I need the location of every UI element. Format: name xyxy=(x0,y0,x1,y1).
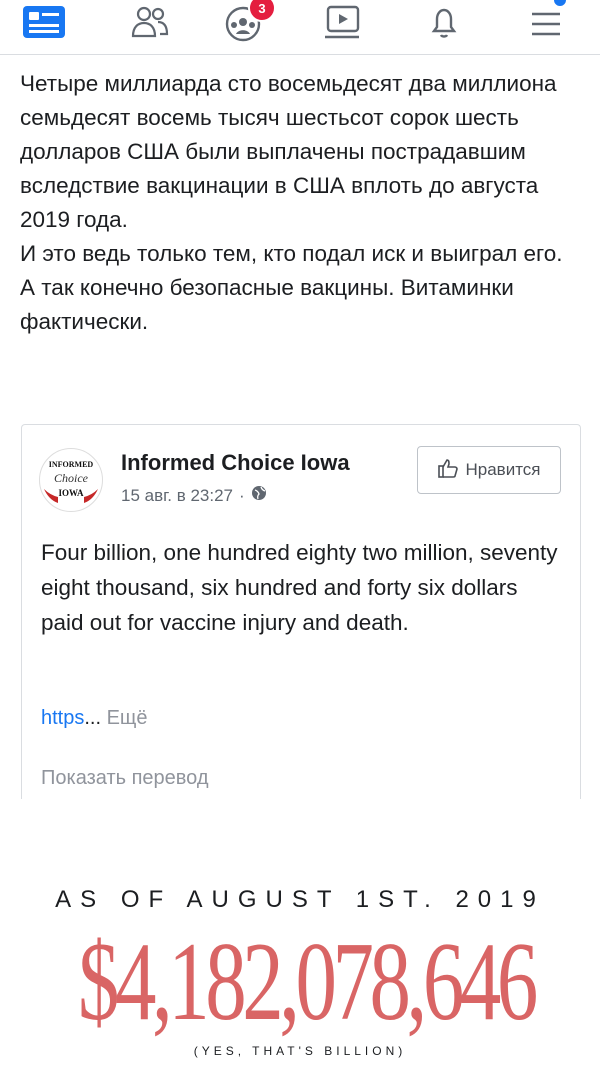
globe-icon xyxy=(251,485,267,506)
shared-post-card[interactable]: INFORMED Choice IOWA Informed Choice Iow… xyxy=(21,424,581,799)
shared-post-text: Four billion, one hundred eighty two mil… xyxy=(41,540,558,635)
like-label: Нравится xyxy=(465,460,541,479)
post-meta: 15 авг. в 23:27 · xyxy=(121,485,267,506)
see-more-link[interactable]: Ещё xyxy=(107,707,148,729)
groups-icon[interactable]: 3 xyxy=(214,0,276,46)
post-date[interactable]: 15 авг. в 23:27 xyxy=(121,486,233,506)
post-link[interactable]: https xyxy=(41,707,84,729)
avatar-text-iowa: IOWA xyxy=(58,488,84,498)
post-paragraph: Четыре миллиарда сто восемьдесят два мил… xyxy=(20,71,557,232)
like-page-button[interactable]: Нравится xyxy=(417,446,561,494)
friend-requests-icon[interactable] xyxy=(120,0,180,46)
notifications-bell-icon[interactable] xyxy=(414,0,474,46)
top-nav-bar: 3 xyxy=(0,0,600,55)
meta-separator: · xyxy=(239,485,245,505)
page-name[interactable]: Informed Choice Iowa xyxy=(121,450,350,476)
as-of-date-heading: AS OF AUGUST 1ST. 2019 xyxy=(55,886,545,913)
payout-amount: $4,182,078,646 xyxy=(78,920,538,1044)
menu-icon[interactable] xyxy=(516,0,576,46)
watch-video-icon[interactable] xyxy=(312,0,372,46)
page-avatar[interactable]: INFORMED Choice IOWA xyxy=(39,448,103,512)
link-ellipsis: ... xyxy=(84,707,102,729)
news-feed-icon[interactable] xyxy=(14,0,74,46)
avatar-text-informed: INFORMED xyxy=(49,460,94,469)
thumbs-up-icon xyxy=(437,457,459,484)
post-paragraph: И это ведь только тем, кто подал иск и в… xyxy=(20,241,563,266)
notification-badge: 3 xyxy=(248,0,276,22)
post-text: Четыре миллиарда сто восемьдесят два мил… xyxy=(20,67,580,339)
billion-note: (YES, THAT'S BILLION) xyxy=(193,1044,407,1058)
avatar-text-choice: Choice xyxy=(54,471,89,485)
shared-image[interactable]: AS OF AUGUST 1ST. 2019 $4,182,078,646 (Y… xyxy=(0,800,600,1066)
post-paragraph: А так конечно безопасные вакцины. Витами… xyxy=(20,275,514,334)
more-row: https... Ещё xyxy=(41,707,148,730)
see-translation-link[interactable]: Показать перевод xyxy=(41,767,209,790)
